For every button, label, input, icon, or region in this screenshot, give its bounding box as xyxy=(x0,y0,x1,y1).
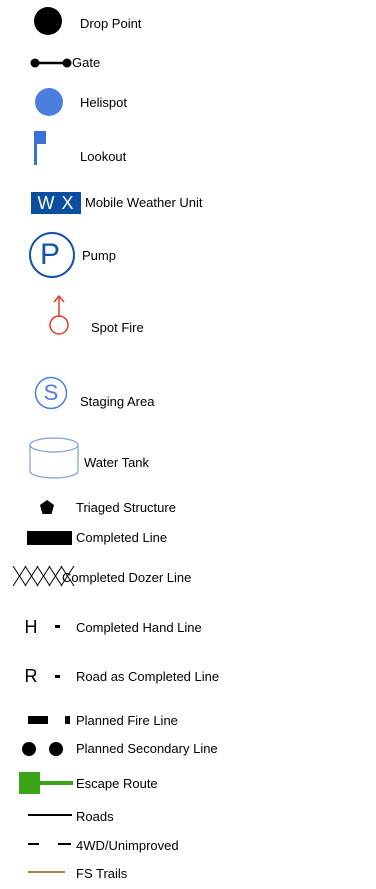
fs-trails-label: FS Trails xyxy=(76,866,128,881)
escape-route-label: Escape Route xyxy=(76,776,158,791)
drop-point-icon xyxy=(34,7,62,35)
pentagon-icon xyxy=(40,500,54,514)
staging-area-label: Staging Area xyxy=(80,394,155,409)
planned-fire-line-label: Planned Fire Line xyxy=(76,713,178,728)
mobile-weather-unit-label: Mobile Weather Unit xyxy=(85,195,203,210)
completed-dozer-line-label: Completed Dozer Line xyxy=(62,570,192,585)
water-tank-icon xyxy=(29,437,79,479)
spot-fire-label: Spot Fire xyxy=(91,320,144,335)
helispot-icon xyxy=(35,88,63,116)
hand-line-dash-icon xyxy=(55,625,60,628)
4wd-unimproved-label: 4WD/Unimproved xyxy=(76,838,179,853)
completed-hand-line-label: Completed Hand Line xyxy=(76,620,202,635)
completed-line-label: Completed Line xyxy=(76,530,168,545)
triaged-structure-label: Triaged Structure xyxy=(76,500,176,515)
4wd-unimproved-icon xyxy=(28,843,71,845)
spot-fire-icon xyxy=(49,294,69,335)
planned-secondary-line-icon xyxy=(22,742,63,756)
completed-line-icon xyxy=(27,531,72,545)
pump-label: Pump xyxy=(82,248,116,263)
fs-trails-icon xyxy=(28,871,65,873)
helispot-label: Helispot xyxy=(80,95,127,110)
staging-letter: S xyxy=(43,380,59,405)
water-tank-label: Water Tank xyxy=(84,455,150,470)
roads-label: Roads xyxy=(76,809,114,824)
pump-letter: P xyxy=(39,238,60,271)
drop-point-label: Drop Point xyxy=(80,16,142,31)
lookout-flag-icon xyxy=(34,131,46,165)
road-as-completed-line-label: Road as Completed Line xyxy=(76,669,220,684)
gate-icon xyxy=(30,58,72,68)
planned-fire-line-icon xyxy=(28,716,70,724)
road-letter: R xyxy=(24,666,38,686)
planned-secondary-line-label: Planned Secondary Line xyxy=(76,741,218,756)
weather-unit-icon: W X xyxy=(31,192,81,214)
roads-icon xyxy=(28,814,72,816)
gate-label: Gate xyxy=(72,55,101,70)
escape-route-icon xyxy=(19,772,73,794)
lookout-label: Lookout xyxy=(80,149,127,164)
road-line-dash-icon xyxy=(55,675,60,678)
hand-line-letter: H xyxy=(24,617,38,637)
